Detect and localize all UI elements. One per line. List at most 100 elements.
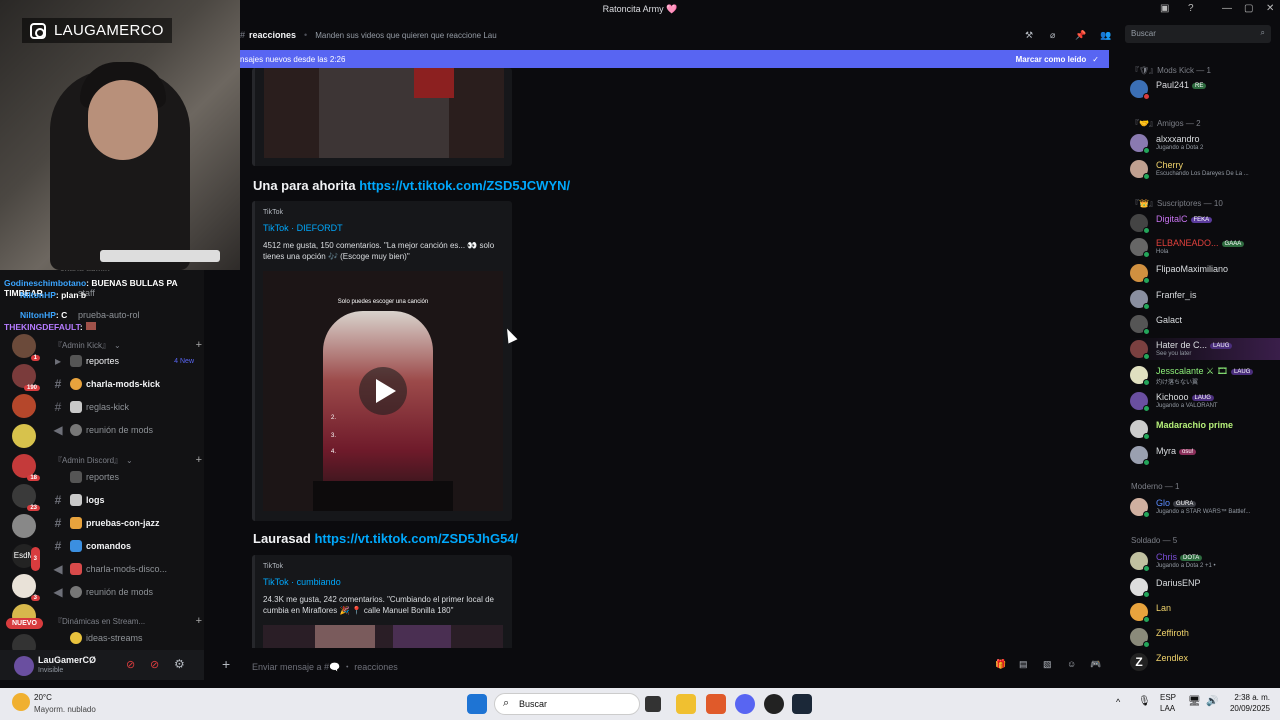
message-link[interactable]: https://vt.tiktok.com/ZSD5JCWYN/ [359,178,570,193]
close-button[interactable]: ✕ [1266,3,1274,14]
gear-icon[interactable]: ⚙ [174,657,185,671]
language-indicator[interactable]: ESP [1160,693,1176,702]
embed-title[interactable]: TikTok · cumbiando [263,577,341,587]
mark-as-read-button[interactable]: Marcar como leído [1016,55,1087,64]
chat-username: Godineschimbotano [4,278,87,288]
maximize-button[interactable]: ▢ [1244,3,1253,14]
member-item[interactable]: DariusENP [1130,576,1280,598]
member-item[interactable]: Kichooo LAUG Jugando a VALORANT [1130,390,1280,412]
member-item[interactable]: Lan [1130,601,1280,623]
member-item[interactable]: Myra osu! [1130,444,1280,466]
add-channel-icon[interactable]: + [196,454,202,466]
member-item[interactable]: Franfer_is [1130,288,1280,310]
member-item[interactable]: DigitalC FEKA [1130,212,1280,234]
member-item[interactable]: Chris DOTA Jugando a Dota 2 +1 • [1130,550,1280,572]
channel-charla-mods-kick[interactable]: # charla-mods-kick [46,375,204,393]
file-explorer-icon[interactable] [676,694,696,714]
obs-icon[interactable] [764,694,784,714]
server-icon[interactable] [12,394,36,418]
start-icon[interactable] [467,694,487,714]
channel-topic[interactable]: Manden sus videos que quieren que reacci… [315,31,496,40]
channel-pruebas-con-jazz[interactable]: # pruebas-con-jazz [46,514,204,532]
channel-reunion-mods[interactable]: ◀ reunión de mods [46,421,204,439]
category-dinamicas[interactable]: 『Dinámicas en Stream... + [54,615,202,627]
threads-icon[interactable]: ⚒ [1025,30,1033,41]
message-composer[interactable]: + Enviar mensaje a #🗨️ ・ reacciones 🎁 ▤ … [210,652,1110,678]
gift-icon[interactable]: 🎁 [995,659,1006,670]
help-icon[interactable]: ? [1188,3,1194,14]
member-item[interactable]: alxxxandro Jugando a Dota 2 [1130,132,1280,154]
taskbar-search[interactable]: ⌕ Buscar [494,693,640,715]
add-channel-icon[interactable]: + [196,339,202,351]
member-item[interactable]: Z Zendlex [1130,651,1280,673]
member-item[interactable]: Glo GURA Jugando a STAR WARS™ Battlef... [1130,496,1280,518]
steam-icon[interactable] [792,694,812,714]
server-icon[interactable]: 18 [12,454,40,481]
inbox-icon[interactable]: ▣ [1160,3,1169,14]
server-icon[interactable]: 1 [12,334,40,361]
member-item[interactable]: Hater de C... LAUG See you later [1130,338,1280,360]
member-list-icon[interactable]: 👥 [1100,30,1111,41]
instagram-icon [30,22,46,39]
message-link[interactable]: https://vt.tiktok.com/ZSD5JhG54/ [314,531,518,546]
network-icon[interactable]: 🖥 [1188,696,1201,707]
weather-icon[interactable] [12,693,30,711]
add-channel-icon[interactable]: + [196,615,202,627]
search-input[interactable]: Buscar ⌕ [1125,25,1271,43]
server-icon[interactable] [12,514,36,538]
server-icon[interactable]: 23 [12,484,40,511]
member-item[interactable]: Madarachio prime [1130,418,1280,440]
clock-time[interactable]: 2:38 a. m. [1228,693,1270,702]
video-thumbnail[interactable] [263,625,503,648]
chevron-up-icon[interactable]: ^ [1116,697,1120,707]
new-messages-bar[interactable]: nsajes nuevos desde las 2:26 Marcar como… [240,50,1109,68]
headphones-muted-icon[interactable]: ⊘ [150,658,159,671]
channel-reunion-mods-2[interactable]: ◀ reunión de mods [46,583,204,601]
channel-comandos[interactable]: # comandos [46,537,204,555]
pin-icon[interactable]: 📌 [1075,30,1086,41]
add-attachment-icon[interactable]: + [222,656,230,672]
task-view-icon[interactable] [645,696,661,712]
emoji-icon[interactable]: ☺ [1067,659,1076,669]
member-item[interactable]: FlipaoMaximiliano [1130,262,1280,284]
play-button[interactable] [359,367,407,415]
member-item[interactable]: Jesscalante ⚔ 🎞 LAUG 灼け落ちない翼 [1130,364,1280,386]
channel-header: # reacciones • Manden sus videos que qui… [240,22,1120,48]
channel-charla-mods-disco[interactable]: ◀ charla-mods-disco... [46,560,204,578]
video-thumbnail[interactable] [264,68,504,158]
discord-icon[interactable] [735,694,755,714]
embed-title[interactable]: TikTok · DIEFORDT [263,223,343,233]
server-icon[interactable]: 3 [12,574,40,601]
lightbulb-icon [70,632,82,644]
server-icon[interactable]: 190 [12,364,40,391]
server-icon[interactable]: EsdM 3 [12,544,40,571]
weather-temp[interactable]: 20°C [34,693,52,702]
channel-reportes-2[interactable]: reportes [46,468,204,486]
member-item[interactable]: Cherry Escuchando Los Dareyes De La ... [1130,158,1280,180]
category-admin-kick[interactable]: 『Admin Kick』 ⌄ + [54,339,202,351]
brave-icon[interactable] [706,694,726,714]
video-player[interactable]: Solo puedes escoger una canción 2. 3. 4. [263,271,503,511]
member-item[interactable]: Zeffiroth [1130,626,1280,648]
embed-provider[interactable]: TikTok [263,209,283,216]
minimize-button[interactable]: — [1222,3,1232,14]
gif-icon[interactable]: ▤ [1019,659,1028,670]
channel-ideas-streams[interactable]: ideas-streams [46,629,204,647]
volume-icon[interactable]: 🔊 [1206,696,1218,707]
notifications-muted-icon[interactable]: ⌀ [1050,30,1055,41]
member-item[interactable]: Galact [1130,313,1280,335]
apps-icon[interactable]: 🎮 [1090,659,1101,670]
channel-reglas-kick[interactable]: # reglas-kick [46,398,204,416]
user-name[interactable]: LauGamerCØ [38,655,96,665]
avatar[interactable] [14,656,34,676]
sticker-icon[interactable]: ▧ [1043,659,1052,670]
member-item[interactable]: ELBANEADO... GAAA Hola [1130,236,1280,258]
member-item[interactable]: Paul241 RE [1130,78,1280,100]
embed-provider[interactable]: TikTok [263,563,283,570]
channel-reportes[interactable]: ▸ reportes 4 New [46,352,204,370]
category-admin-discord[interactable]: 『Admin Discord』 ⌄ + [54,454,202,466]
mic-muted-icon[interactable]: ⊘ [126,658,135,671]
server-icon[interactable] [12,424,36,448]
microphone-icon[interactable]: 🎙 [1138,696,1151,707]
channel-logs[interactable]: # logs [46,491,204,509]
